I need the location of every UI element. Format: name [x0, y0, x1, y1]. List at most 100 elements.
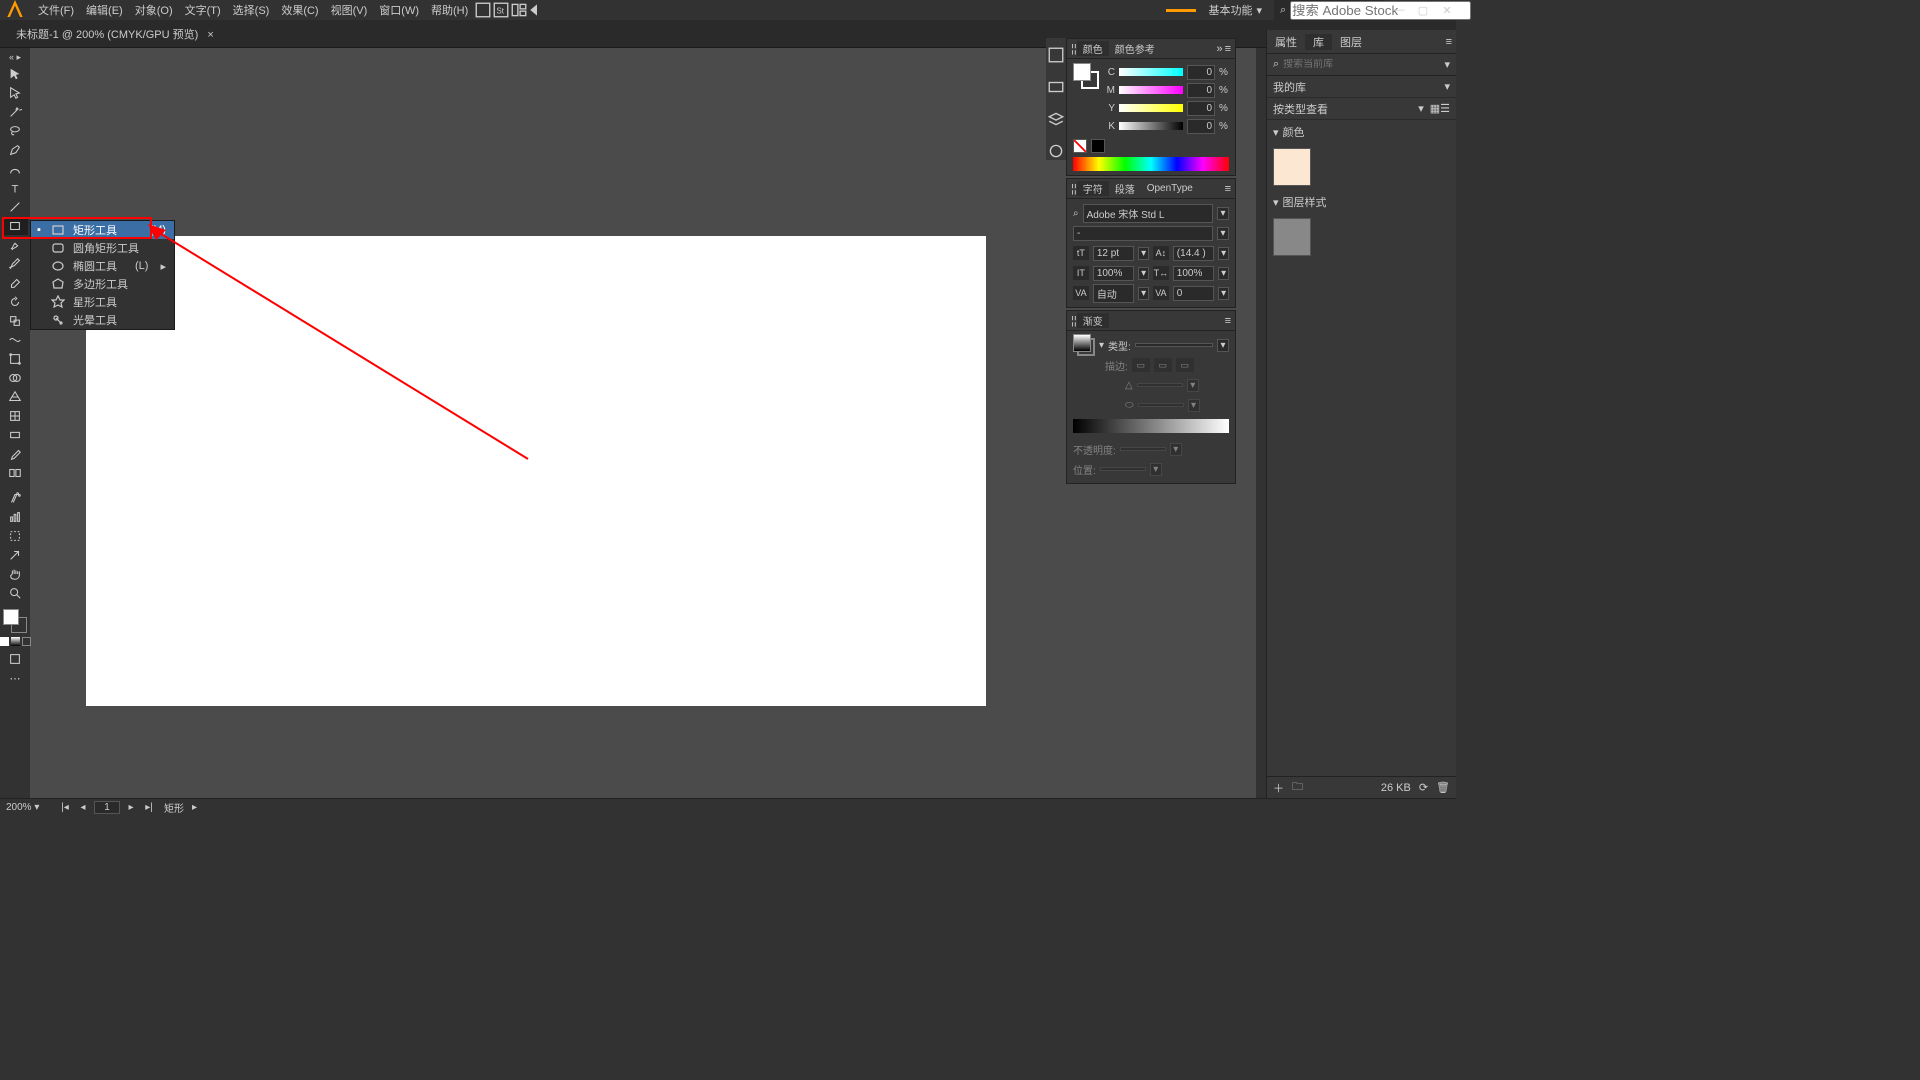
tracking-field[interactable]: 0: [1173, 286, 1214, 301]
flyout-polygon[interactable]: 多边形工具: [31, 275, 174, 293]
flyout-star[interactable]: 星形工具: [31, 293, 174, 311]
panel-grip-icon[interactable]: ¦¦: [1067, 315, 1077, 327]
m-input[interactable]: [1187, 83, 1215, 98]
first-artboard-button[interactable]: |◂: [58, 802, 72, 813]
scale-tool[interactable]: [2, 312, 28, 330]
minimize-button[interactable]: —: [1390, 3, 1408, 17]
flyout-ellipse[interactable]: 椭圆工具 (L) ▸: [31, 257, 174, 275]
tab-character[interactable]: 字符: [1077, 181, 1109, 196]
chevron-down-icon[interactable]: ▾: [1217, 339, 1229, 352]
hscale-field[interactable]: 100%: [1173, 266, 1214, 281]
layers-icon[interactable]: [1047, 110, 1065, 128]
tab-properties[interactable]: 属性: [1267, 34, 1305, 50]
zoom-tool[interactable]: [2, 584, 28, 602]
color-mode-none-icon[interactable]: [22, 637, 31, 646]
menu-select[interactable]: 选择(S): [227, 2, 276, 18]
sync-icon[interactable]: ⟳: [1419, 781, 1428, 794]
menu-object[interactable]: 对象(O): [129, 2, 179, 18]
grid-view-icon[interactable]: ▦: [1430, 102, 1440, 115]
lasso-tool[interactable]: [2, 122, 28, 140]
pencil-tool[interactable]: [2, 255, 28, 273]
folder-icon[interactable]: 🗀: [1292, 778, 1303, 797]
chevron-down-icon[interactable]: ▾: [1217, 227, 1229, 240]
direct-selection-tool[interactable]: [2, 84, 28, 102]
leading-field[interactable]: (14.4 ): [1173, 246, 1214, 261]
c-input[interactable]: [1187, 65, 1215, 80]
fill-stroke-swatch[interactable]: [3, 609, 27, 633]
chevron-down-icon[interactable]: ▾: [1218, 267, 1229, 280]
tab-opentype[interactable]: OpenType: [1141, 183, 1199, 194]
library-color-swatch[interactable]: [1273, 148, 1311, 186]
library-search-input[interactable]: [1283, 59, 1440, 70]
chevron-down-icon[interactable]: ▾: [1218, 287, 1229, 300]
panel-grip-icon[interactable]: ¦¦: [1067, 183, 1077, 195]
selection-tool[interactable]: [2, 65, 28, 83]
eyedropper-tool[interactable]: [2, 445, 28, 463]
mesh-tool[interactable]: [2, 407, 28, 425]
y-slider[interactable]: [1119, 104, 1183, 112]
font-size-field[interactable]: 12 pt: [1093, 246, 1134, 261]
gradient-slider[interactable]: [1073, 419, 1229, 433]
c-slider[interactable]: [1119, 68, 1183, 76]
status-menu-icon[interactable]: ▸: [192, 802, 197, 813]
artboard[interactable]: [86, 236, 986, 706]
workspace-switcher[interactable]: 基本功能▾: [1202, 2, 1268, 18]
document-tab[interactable]: 未标题-1 @ 200% (CMYK/GPU 预览) ×: [6, 22, 224, 46]
library-section-color[interactable]: ▾颜色: [1267, 120, 1456, 144]
trash-icon[interactable]: 🗑: [1436, 781, 1450, 794]
slice-tool[interactable]: [2, 546, 28, 564]
gradient-type-field[interactable]: [1135, 343, 1213, 347]
library-selector[interactable]: 我的库 ▾: [1267, 76, 1456, 98]
stock-search[interactable]: ⌕: [1274, 0, 1384, 22]
k-slider[interactable]: [1119, 122, 1183, 130]
library-view-mode[interactable]: 按类型查看 ▾ ▦ ☰: [1267, 98, 1456, 120]
menu-help[interactable]: 帮助(H): [425, 2, 474, 18]
symbol-sprayer-tool[interactable]: [2, 489, 28, 507]
free-transform-tool[interactable]: [2, 350, 28, 368]
rectangle-tool[interactable]: [2, 217, 28, 235]
width-tool[interactable]: [2, 331, 28, 349]
column-graph-tool[interactable]: [2, 508, 28, 526]
gradient-tool[interactable]: [2, 426, 28, 444]
font-family-field[interactable]: Adobe 宋体 Std L: [1083, 204, 1213, 223]
kerning-field[interactable]: 自动: [1093, 284, 1134, 303]
black-swatch[interactable]: [1091, 139, 1105, 153]
toolbar-edit-icon[interactable]: ⋯: [2, 669, 28, 687]
brushes-icon[interactable]: [1047, 142, 1065, 160]
curvature-tool[interactable]: [2, 160, 28, 178]
chevron-down-icon[interactable]: ▾: [1138, 267, 1149, 280]
last-artboard-button[interactable]: ▸|: [142, 802, 156, 813]
panel-menu-icon[interactable]: ≡: [1225, 315, 1231, 327]
menu-edit[interactable]: 编辑(E): [80, 2, 129, 18]
panel-collapse-icon[interactable]: »: [1216, 43, 1222, 55]
tab-libraries[interactable]: 库: [1305, 34, 1332, 50]
menu-effect[interactable]: 效果(C): [275, 2, 324, 18]
menu-file[interactable]: 文件(F): [32, 2, 80, 18]
panel-menu-icon[interactable]: ≡: [1225, 43, 1231, 55]
tab-layers[interactable]: 图层: [1332, 34, 1370, 50]
close-button[interactable]: ✕: [1438, 3, 1456, 17]
flyout-flare[interactable]: 光晕工具: [31, 311, 174, 329]
eraser-tool[interactable]: [2, 274, 28, 292]
st-icon[interactable]: St: [492, 1, 510, 19]
magic-wand-tool[interactable]: [2, 103, 28, 121]
libraries-icon[interactable]: [1047, 78, 1065, 96]
spectrum-bar[interactable]: [1073, 157, 1229, 171]
add-icon[interactable]: ＋: [1273, 780, 1284, 796]
menu-window[interactable]: 窗口(W): [373, 2, 425, 18]
color-mode-solid-icon[interactable]: [0, 637, 9, 646]
next-artboard-button[interactable]: ▸: [124, 802, 138, 813]
properties-icon[interactable]: [1047, 46, 1065, 64]
maximize-button[interactable]: ▢: [1414, 3, 1432, 17]
toolbar-collapse-icon[interactable]: « ▸: [9, 52, 21, 63]
flyout-tearoff-icon[interactable]: ▸: [160, 260, 166, 273]
m-slider[interactable]: [1119, 86, 1183, 94]
gradient-preview[interactable]: [1073, 334, 1095, 356]
color-mode-gradient-icon[interactable]: [11, 637, 20, 646]
zoom-level[interactable]: 200% ▾: [6, 802, 50, 813]
paintbrush-tool[interactable]: [2, 236, 28, 254]
prev-artboard-button[interactable]: ◂: [76, 802, 90, 813]
shape-builder-tool[interactable]: [2, 369, 28, 387]
blend-tool[interactable]: [2, 464, 28, 482]
layout-icon[interactable]: [510, 1, 528, 19]
